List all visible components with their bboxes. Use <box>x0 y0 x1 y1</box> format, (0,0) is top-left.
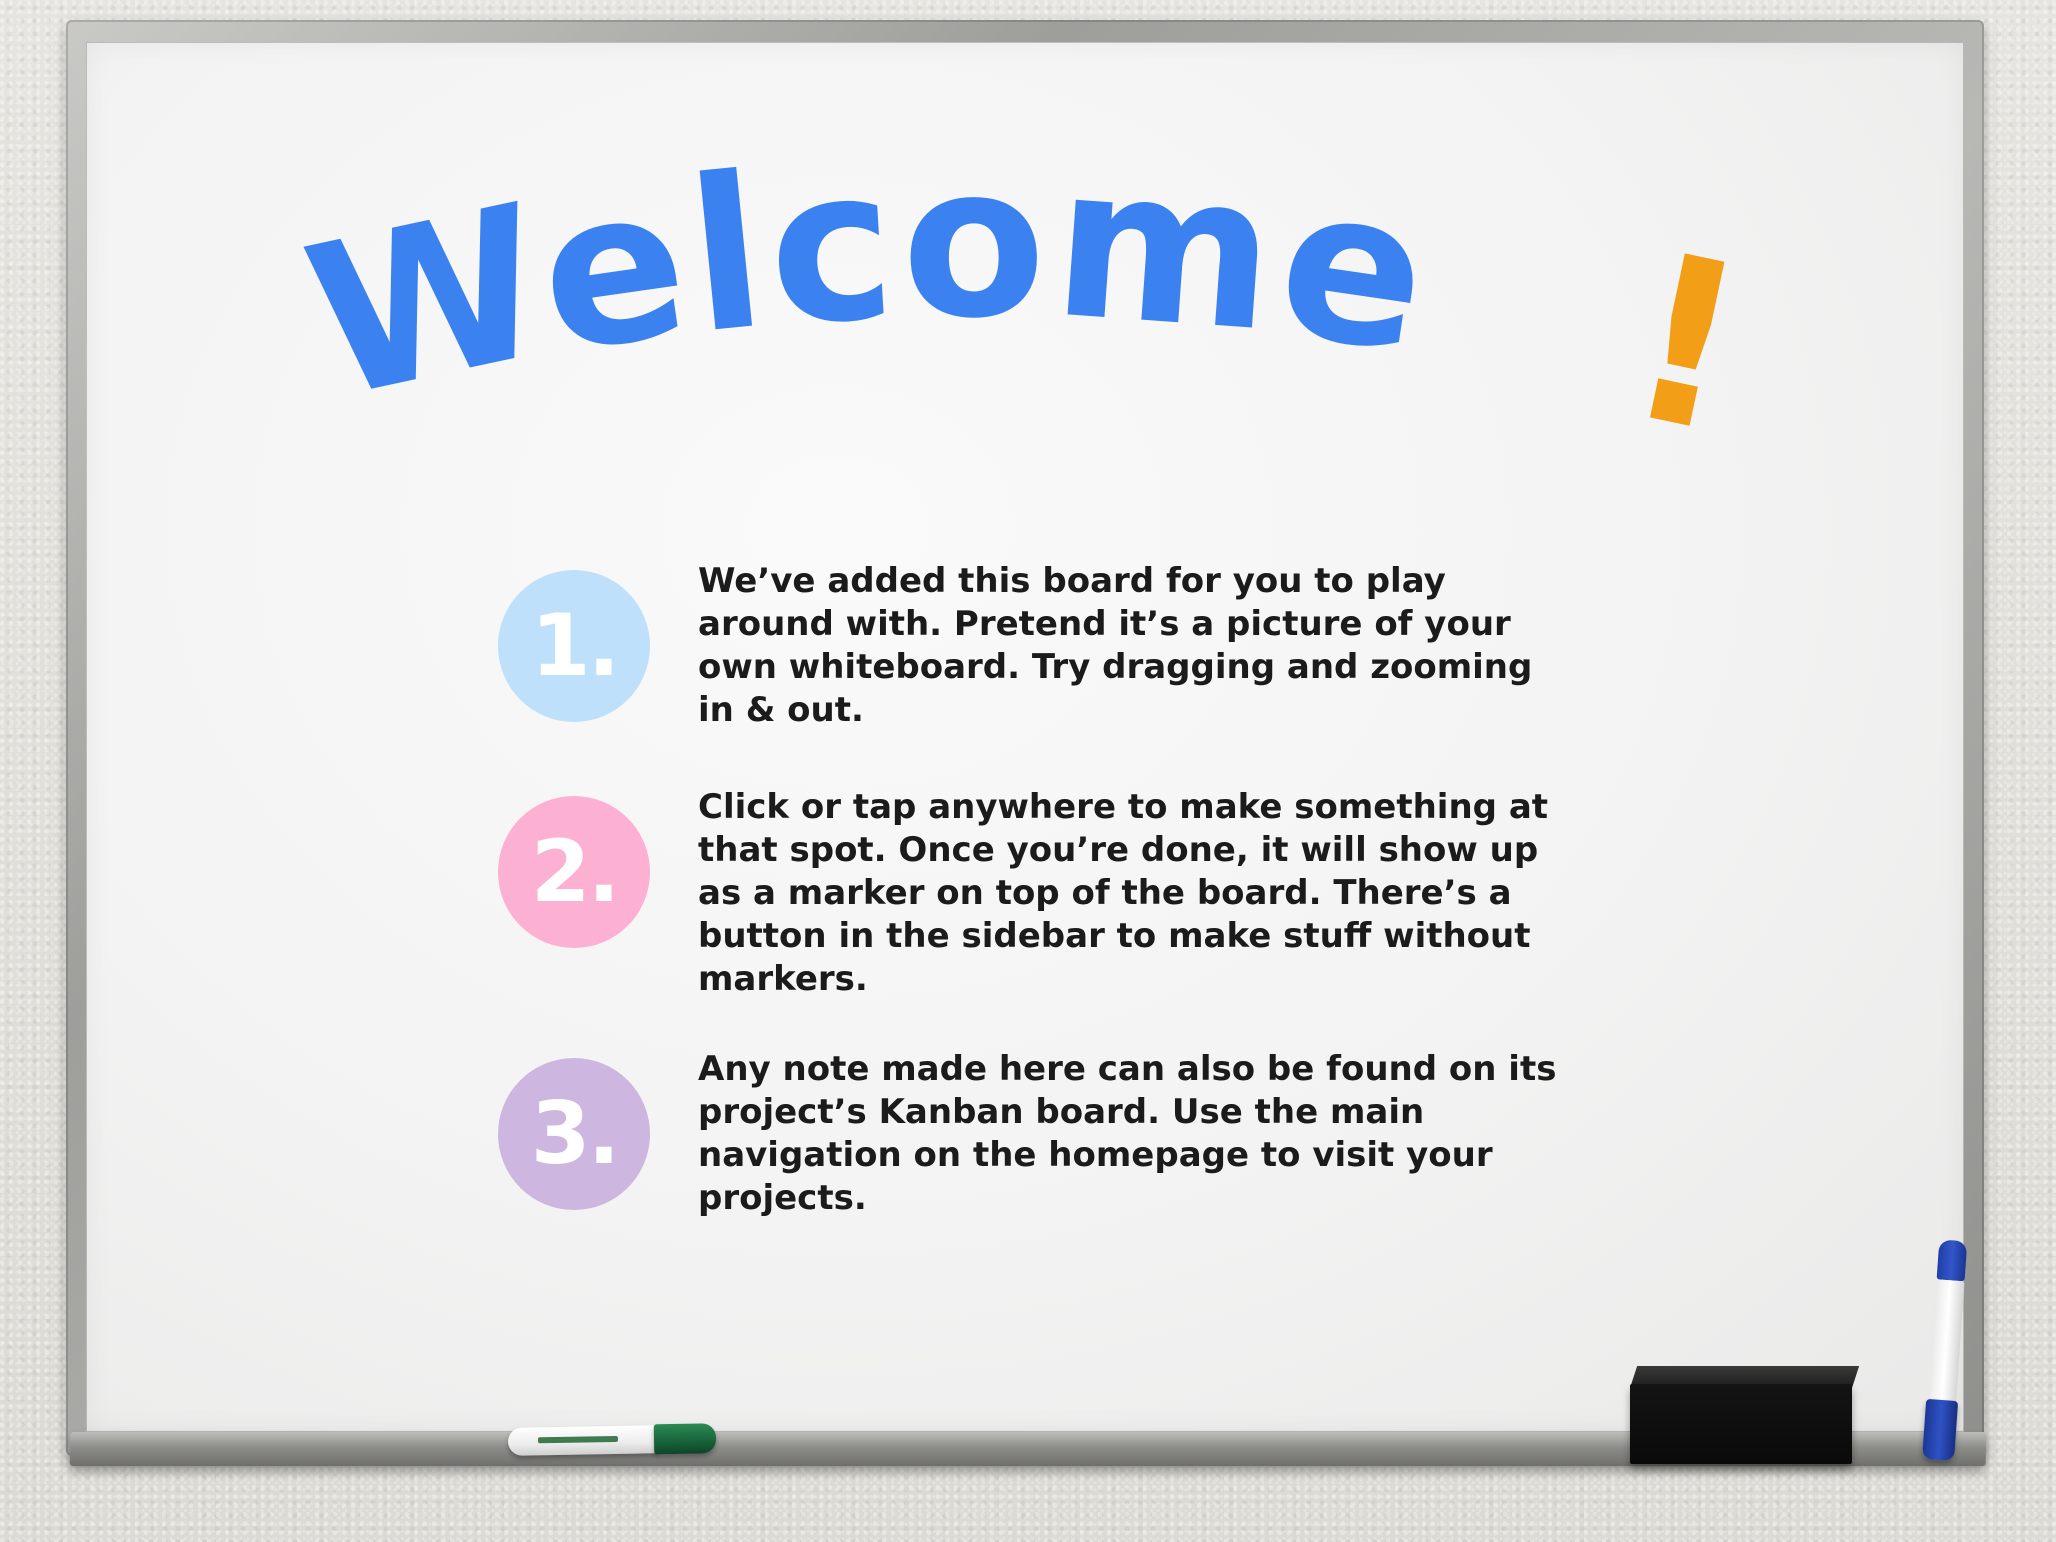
step-1-badge: 1. <box>498 570 650 722</box>
green-marker-cap <box>653 1423 717 1455</box>
step-3-text: Any note made here can also be found on … <box>698 1049 1557 1218</box>
green-marker <box>507 1423 718 1456</box>
blue-marker-bottom <box>1922 1398 1959 1461</box>
eraser-front <box>1630 1384 1852 1464</box>
step-1-text: We’ve added this board for you to play a… <box>698 561 1533 730</box>
whiteboard-eraser <box>1630 1366 1860 1464</box>
welcome-exclamation: ! <box>1607 203 1765 480</box>
step-2-text: Click or tap anywhere to make something … <box>698 787 1549 999</box>
welcome-title-art: Welcome ! <box>289 119 1766 487</box>
welcome-title: Welcome ! <box>0 119 2056 487</box>
blue-marker-body <box>1927 1279 1965 1411</box>
step-2-badge: 2. <box>498 796 650 948</box>
welcome-word-path: Welcome <box>289 119 1442 447</box>
welcome-word: Welcome <box>289 150 1446 447</box>
blue-marker-cap <box>1936 1239 1968 1282</box>
step-3-badge: 3. <box>498 1058 650 1210</box>
